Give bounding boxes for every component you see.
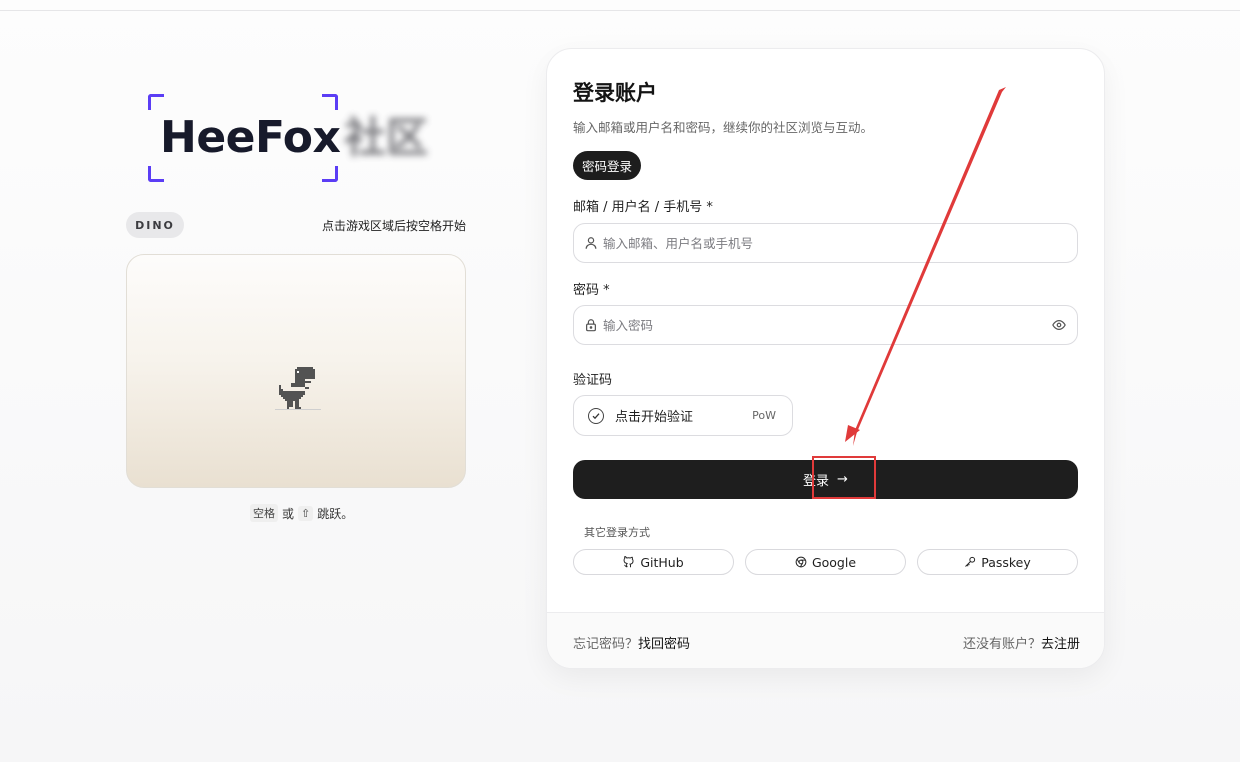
game-controls-hint: 空格 或 ⇧ 跳跃。 [250,504,353,522]
captcha-text: 点击开始验证 [615,410,694,425]
tab-password-login[interactable]: 密码登录 [573,151,642,180]
brand-logo: HeeFox 社区 [148,94,448,184]
brand-name: HeeFox [160,112,341,163]
google-login-button[interactable]: Google [745,549,906,575]
top-divider [0,10,1240,11]
github-login-button[interactable]: GitHub [573,549,734,575]
controls-jump: 跳跃。 [317,506,354,521]
up-arrow-key: ⇧ [298,505,314,521]
check-circle-icon [588,407,604,424]
forgot-password-link[interactable]: 找回密码 [638,637,690,652]
user-icon [583,235,599,251]
dino-badge: DINO [126,212,184,238]
captcha-label: 验证码 [573,373,613,388]
chrome-icon [795,556,807,568]
focus-corner-bottom-right [322,166,338,182]
captcha-widget[interactable]: 点击开始验证 PoW [573,395,793,436]
forgot-prompt: 忘记密码？ [573,637,639,652]
focus-corner-top-left [148,94,164,110]
other-login-label: 其它登录方式 [584,526,650,539]
lock-icon [583,317,599,333]
account-input[interactable] [603,235,1077,251]
focus-corner-top-right [322,94,338,110]
space-key: 空格 [250,504,278,522]
controls-or: 或 [282,506,295,521]
focus-corner-bottom-left [148,166,164,182]
brand-suffix-blurred: 社区 [344,113,429,162]
register-link[interactable]: 去注册 [1041,637,1080,652]
passkey-label: Passkey [981,554,1031,570]
account-label: 邮箱 / 用户名 / 手机号 * [573,200,713,215]
page-title: 登录账户 [573,81,657,105]
game-start-hint: 点击游戏区域后按空格开始 [321,219,466,233]
dino-icon [275,367,321,410]
github-label: GitHub [640,554,684,570]
github-icon [623,556,634,568]
annotation-highlight-box [812,456,876,499]
captcha-pow-tag: PoW [752,409,776,422]
account-field[interactable] [573,223,1078,263]
login-card: 登录账户 输入邮箱或用户名和密码，继续你的社区浏览与互动。 密码登录 邮箱 / … [546,48,1105,669]
password-label: 密码 * [573,283,610,298]
register-prompt: 还没有账户？ [962,637,1041,652]
key-icon [965,556,976,567]
dino-game-area[interactable] [126,254,466,488]
eye-icon[interactable] [1051,317,1067,333]
password-field[interactable] [573,305,1078,345]
page-subtitle: 输入邮箱或用户名和密码，继续你的社区浏览与互动。 [573,120,874,135]
passkey-login-button[interactable]: Passkey [917,549,1078,575]
card-footer: 忘记密码？找回密码 还没有账户？去注册 [547,612,1104,668]
password-input[interactable] [603,317,1051,333]
google-label: Google [811,554,857,570]
register: 还没有账户？去注册 [963,633,1080,652]
forgot-password: 忘记密码？找回密码 [573,633,690,652]
